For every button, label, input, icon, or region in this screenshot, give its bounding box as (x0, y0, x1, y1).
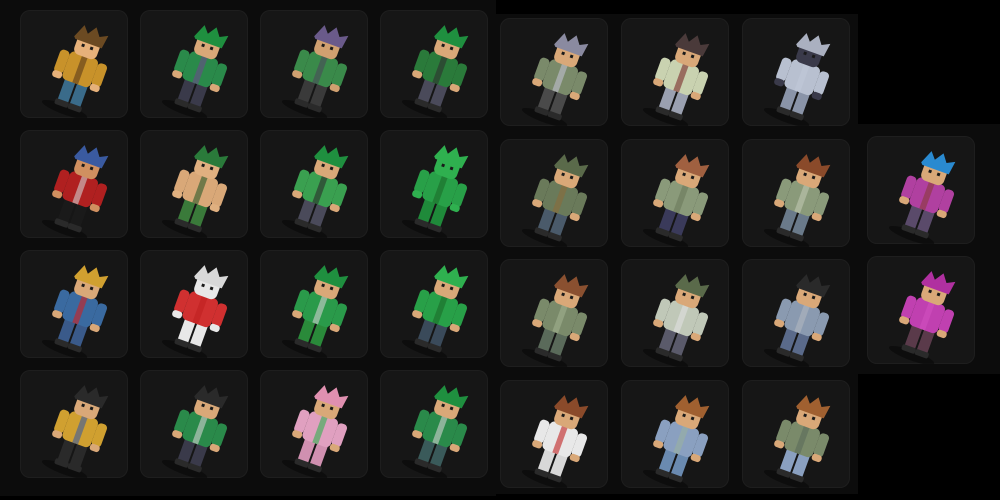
outfit-slot[interactable]: green-spiky-avatar (380, 10, 488, 118)
outfit-slot[interactable]: long-hair-avatar (500, 259, 608, 367)
outfit-slot[interactable]: bunny-ears-avatar (500, 18, 608, 126)
outfit-slot[interactable]: mummy-green-avatar (380, 130, 488, 238)
outfit-slot[interactable]: green-mohawk-avatar (380, 370, 488, 478)
outfit-slot[interactable]: white-cloak-avatar (742, 18, 850, 126)
outfit-slot[interactable]: green-hair-avatar (140, 10, 248, 118)
outfit-slot[interactable]: purple-hood-avatar (260, 10, 368, 118)
outfit-slot[interactable]: soda-cup-avatar (140, 250, 248, 358)
outfit-slot[interactable]: green-cap-avatar (380, 250, 488, 358)
outfit-slot[interactable]: yellow-jacket-avatar (20, 370, 128, 478)
outfit-slot[interactable]: blue-hair-avatar (867, 136, 975, 244)
outfit-slot[interactable]: santa-scarf-avatar (500, 380, 608, 488)
outfit-slot[interactable]: hula-avatar (140, 130, 248, 238)
outfit-slot[interactable]: armor-vest-avatar (742, 139, 850, 247)
outfit-slot[interactable]: superhero-avatar (20, 250, 128, 358)
outfit-slot[interactable]: green-suit-avatar (260, 250, 368, 358)
outfit-slot[interactable]: denim-avatar (621, 380, 729, 488)
outfit-slot[interactable]: witch-hat-avatar (500, 139, 608, 247)
outfit-slot[interactable]: ranger-avatar (621, 139, 729, 247)
outfit-slot[interactable]: pink-ninja-avatar (867, 256, 975, 364)
outfit-slot[interactable]: cowboy-outfit-avatar (20, 10, 128, 118)
outfit-slot[interactable]: top-hat-avatar (621, 259, 729, 367)
outfit-slot[interactable]: feather-hat-avatar (621, 18, 729, 126)
outfit-slot[interactable]: wrestler-avatar (20, 130, 128, 238)
outfit-slot[interactable]: spiky-brown-avatar (742, 380, 850, 488)
outfit-slot[interactable]: black-helmet-avatar (742, 259, 850, 367)
outfit-slot[interactable]: pink-bunny-avatar (260, 370, 368, 478)
outfit-slot[interactable]: green-jacket-avatar (260, 130, 368, 238)
outfit-slot[interactable]: headphones-avatar (140, 370, 248, 478)
